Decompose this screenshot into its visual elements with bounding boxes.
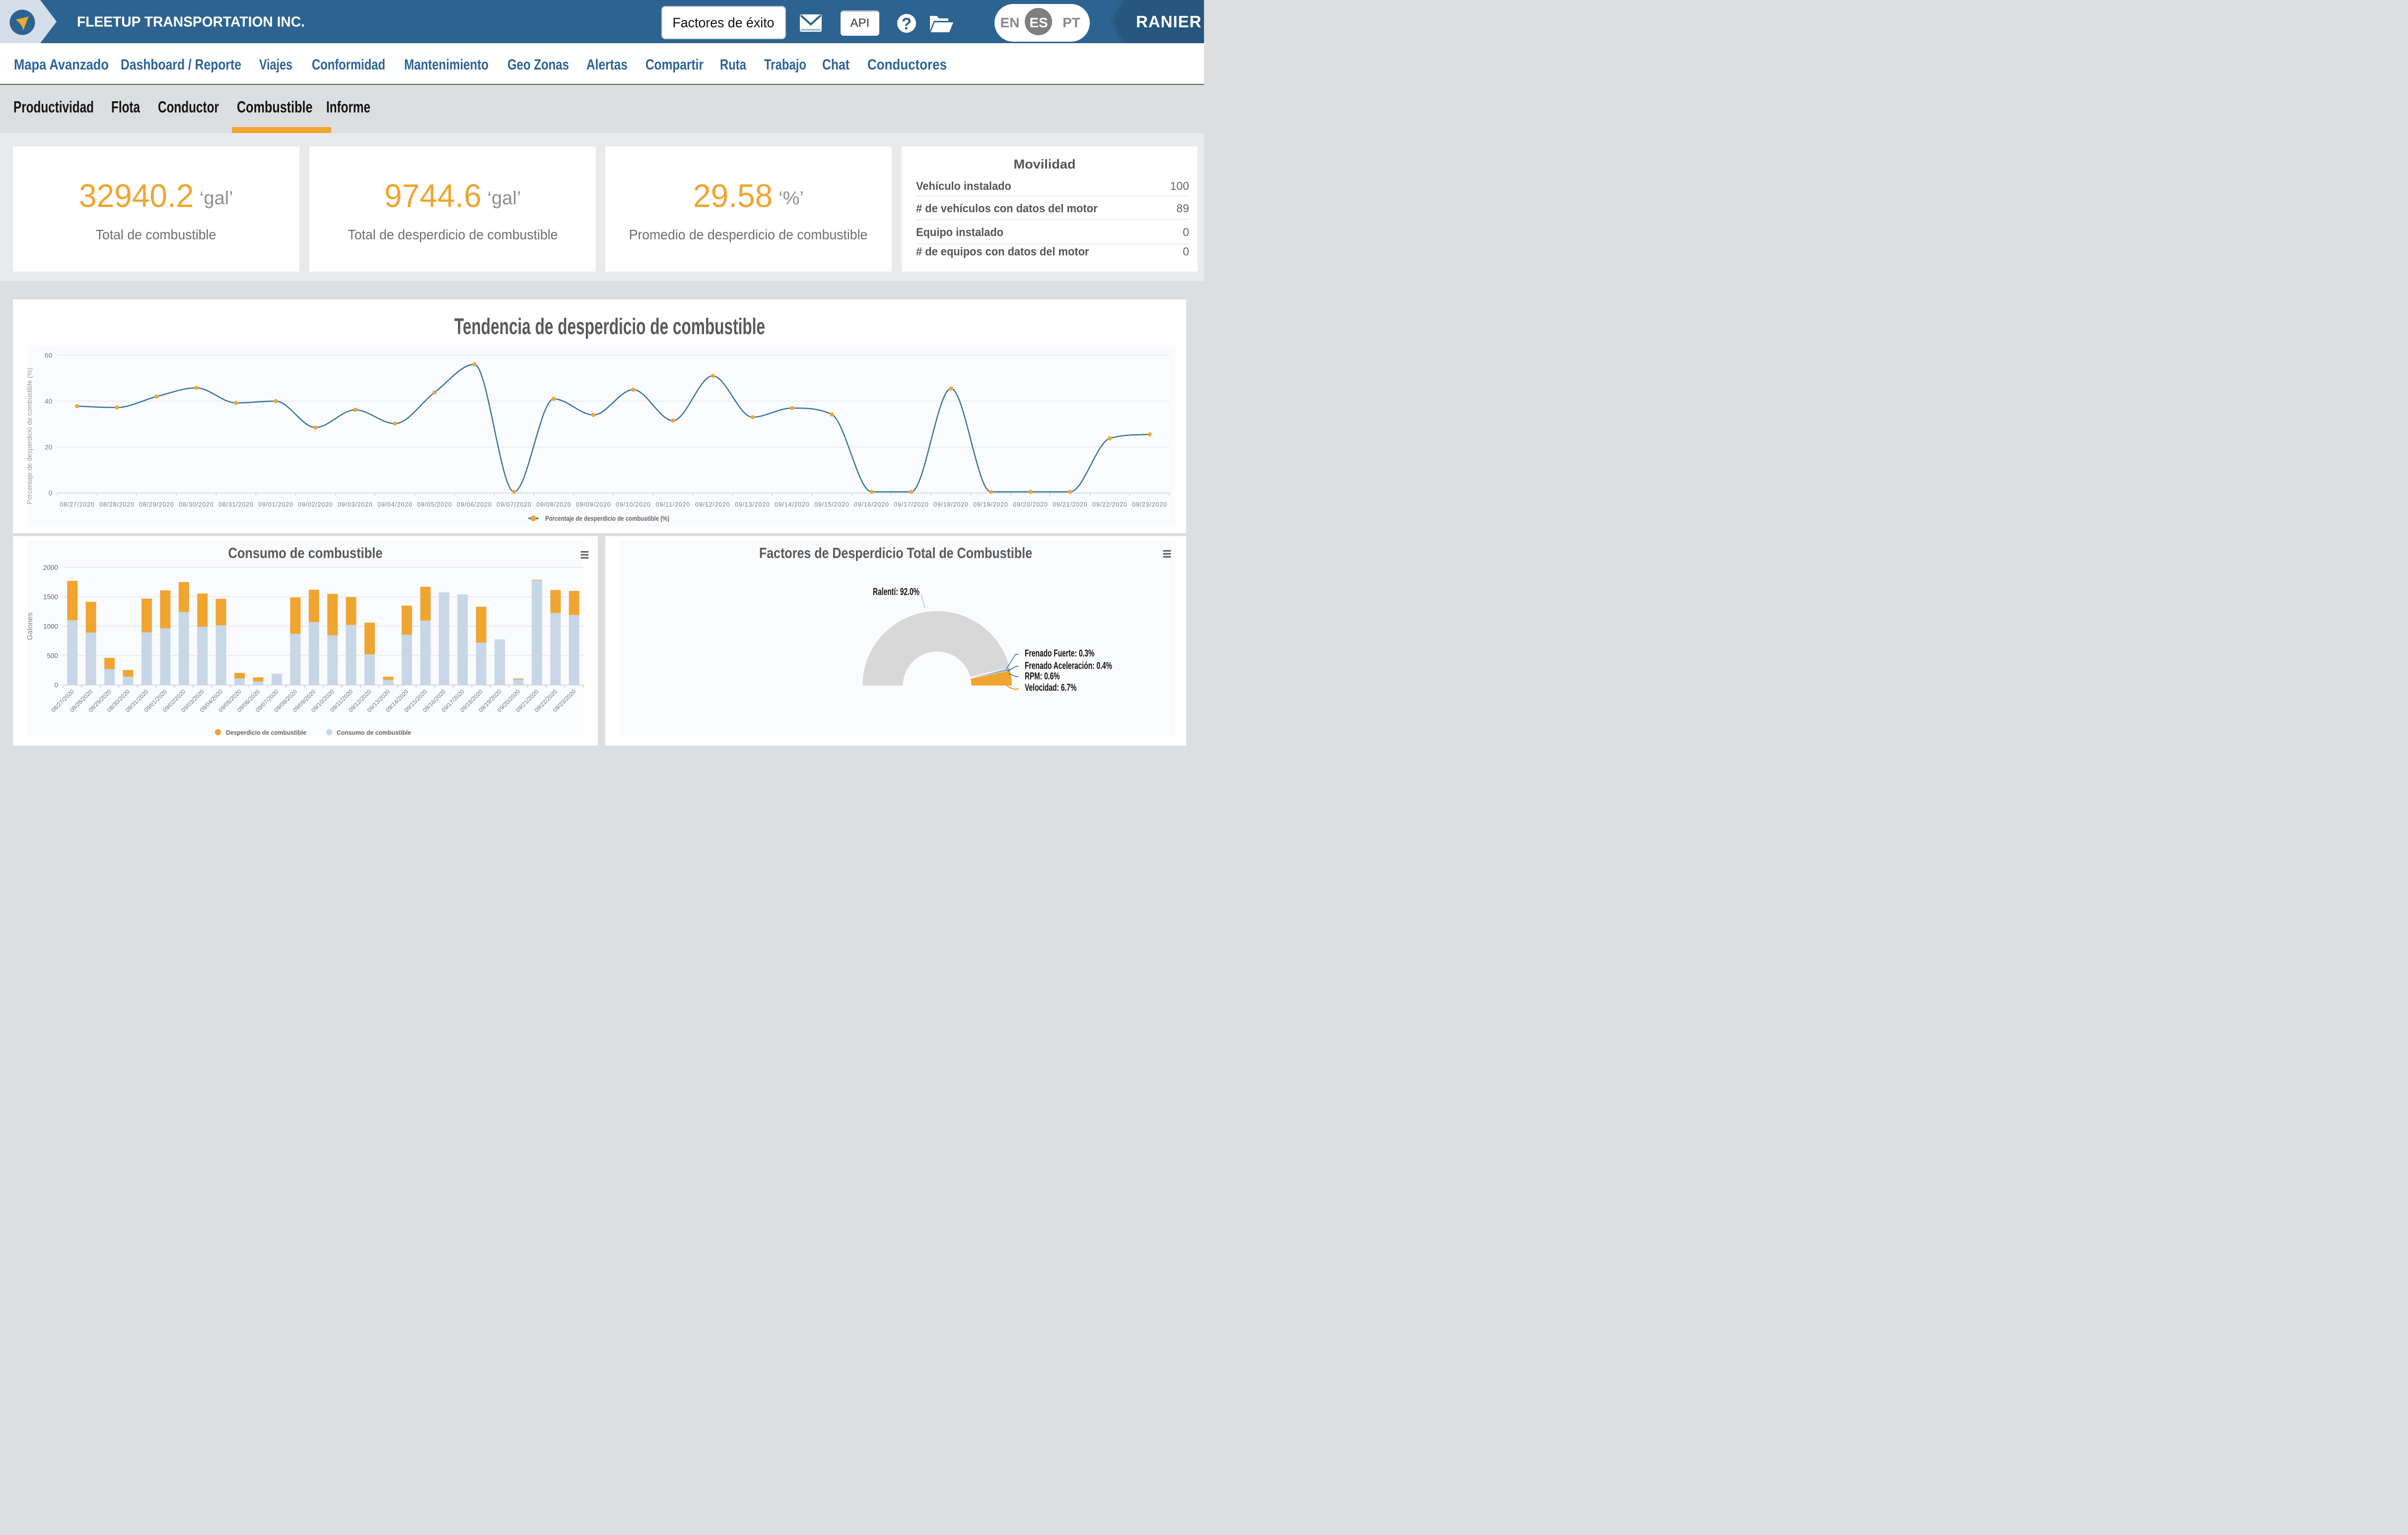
svg-text:08/31/2020: 08/31/2020: [218, 501, 254, 508]
svg-text:09/20/2020: 09/20/2020: [1013, 501, 1048, 508]
svg-text:09/04/2020: 09/04/2020: [377, 501, 413, 508]
svg-text:09/08/2020: 09/08/2020: [536, 501, 571, 508]
svg-text:09/17/2020: 09/17/2020: [894, 501, 929, 508]
svg-text:09/16/2020: 09/16/2020: [854, 501, 889, 508]
svg-text:09/06/2020: 09/06/2020: [457, 501, 492, 508]
svg-text:Consumo de combustible: Consumo de combustible: [337, 729, 411, 736]
svg-text:09/21/2020: 09/21/2020: [1053, 501, 1088, 508]
svg-text:0: 0: [54, 682, 58, 689]
svg-text:09/10/2020: 09/10/2020: [616, 501, 651, 508]
svg-text:08/28/2020: 08/28/2020: [99, 501, 135, 508]
svg-text:08/30/2020: 08/30/2020: [179, 501, 214, 508]
svg-text:1000: 1000: [43, 623, 58, 630]
svg-text:09/14/2020: 09/14/2020: [775, 501, 810, 508]
svg-text:0: 0: [49, 489, 53, 497]
svg-text:1500: 1500: [43, 593, 58, 601]
svg-text:09/13/2020: 09/13/2020: [735, 501, 770, 508]
svg-text:09/22/2020: 09/22/2020: [1092, 501, 1128, 508]
svg-text:60: 60: [45, 351, 53, 359]
svg-text:09/12/2020: 09/12/2020: [695, 501, 730, 508]
svg-text:08/29/2020: 08/29/2020: [139, 501, 174, 508]
svg-text:09/09/2020: 09/09/2020: [576, 501, 611, 508]
svg-text:08/27/2020: 08/27/2020: [60, 501, 95, 508]
svg-text:500: 500: [47, 652, 58, 660]
svg-text:09/02/2020: 09/02/2020: [298, 501, 333, 508]
svg-text:09/18/2020: 09/18/2020: [933, 501, 969, 508]
svg-text:Desperdicio de combustible: Desperdicio de combustible: [226, 729, 306, 736]
svg-text:Galones: Galones: [26, 613, 34, 640]
svg-text:09/23/2020: 09/23/2020: [1132, 501, 1167, 508]
svg-text:09/03/2020: 09/03/2020: [338, 501, 373, 508]
svg-text:09/01/2020: 09/01/2020: [258, 501, 293, 508]
svg-text:Porcentaje de desperdicio de c: Porcentaje de desperdicio de combustible…: [545, 515, 669, 522]
svg-text:09/11/2020: 09/11/2020: [656, 501, 691, 508]
svg-text:09/19/2020: 09/19/2020: [973, 501, 1008, 508]
svg-text:09/07/2020: 09/07/2020: [496, 501, 532, 508]
svg-text:2000: 2000: [43, 564, 58, 571]
svg-text:09/05/2020: 09/05/2020: [417, 501, 452, 508]
svg-text:Porcentaje de desperdicio de c: Porcentaje de desperdicio de combustible…: [26, 368, 33, 504]
svg-text:09/15/2020: 09/15/2020: [814, 501, 850, 508]
svg-text:40: 40: [45, 397, 53, 405]
svg-text:20: 20: [45, 443, 53, 451]
